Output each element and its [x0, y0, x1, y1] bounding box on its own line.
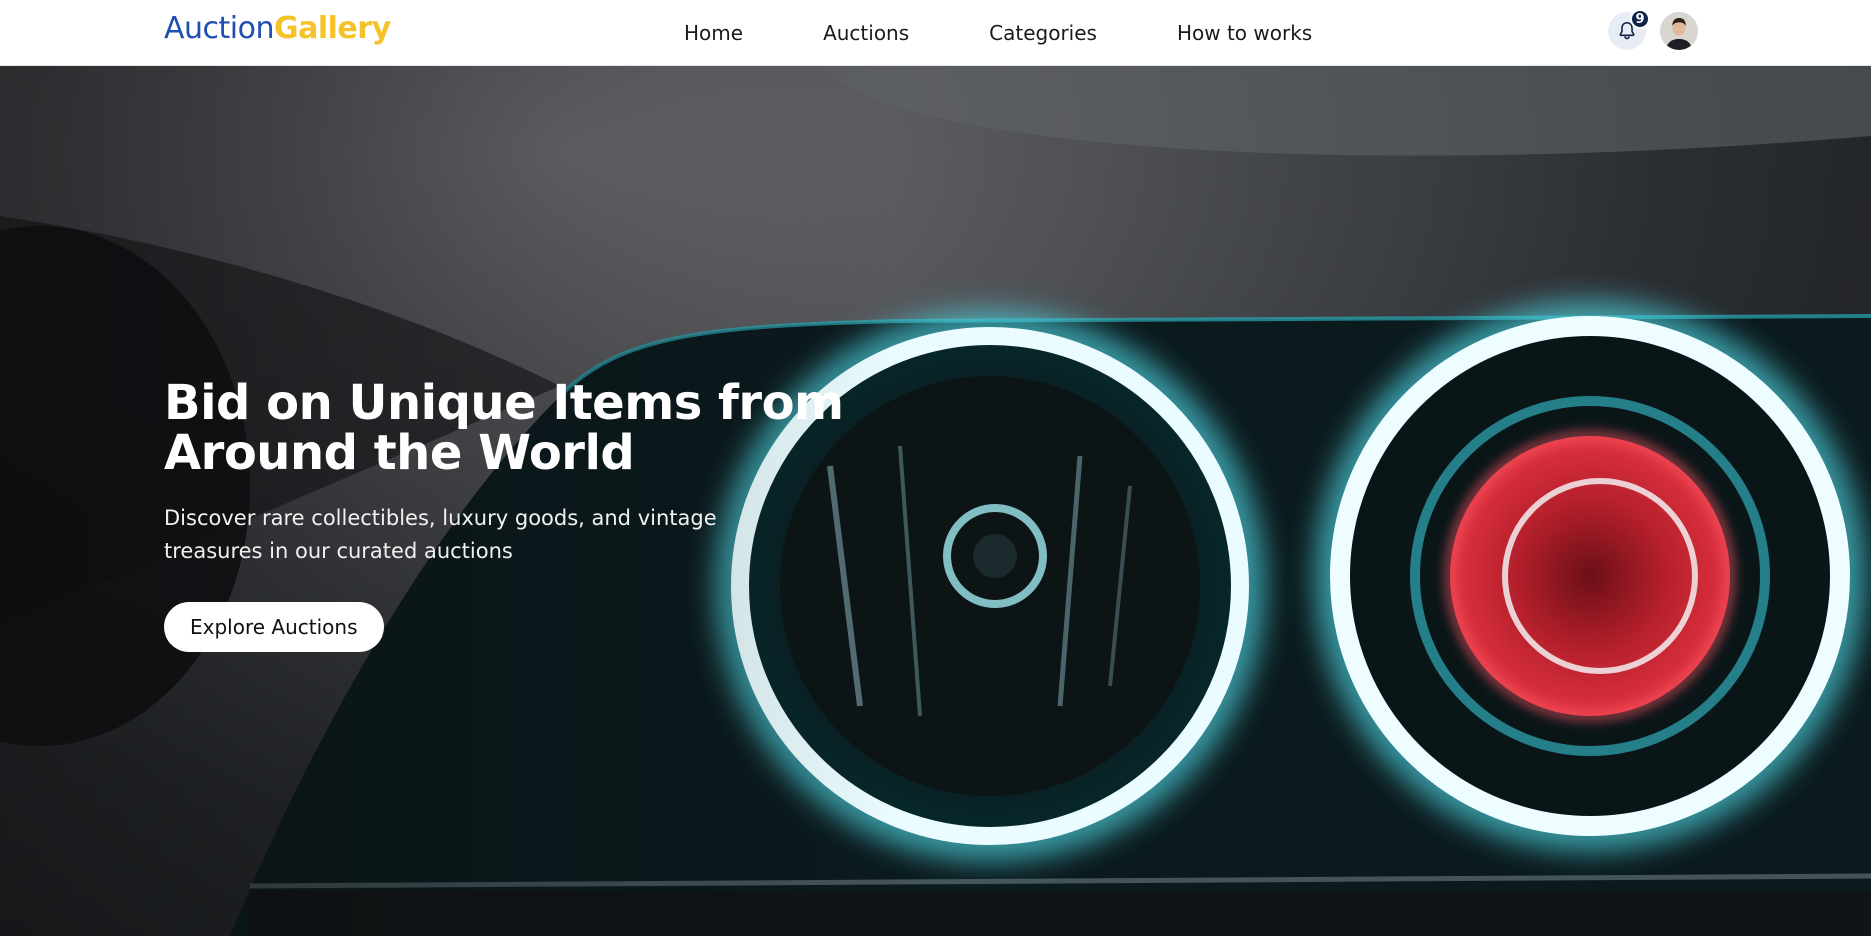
explore-auctions-button[interactable]: Explore Auctions — [164, 602, 384, 652]
notification-count-badge: 9 — [1630, 9, 1650, 29]
main-nav: Home Auctions Categories How to works — [684, 0, 1312, 66]
brand-logo-part1: Auction — [164, 11, 275, 46]
nav-link-home[interactable]: Home — [684, 21, 743, 45]
hero-subtitle-line2: treasures in our curated auctions — [164, 539, 513, 563]
hero-subtitle: Discover rare collectibles, luxury goods… — [164, 502, 784, 568]
nav-link-auctions[interactable]: Auctions — [823, 21, 909, 45]
hero-title-line2: Around the World — [164, 425, 635, 481]
nav-link-categories[interactable]: Categories — [989, 21, 1097, 45]
hero-content: Bid on Unique Items from Around the Worl… — [164, 378, 864, 652]
hero-title: Bid on Unique Items from Around the Worl… — [164, 378, 864, 478]
user-avatar-button[interactable] — [1660, 12, 1698, 50]
brand-logo-part2: Gallery — [274, 11, 391, 46]
top-navbar: AuctionGallery Home Auctions Categories … — [0, 0, 1871, 66]
hero-subtitle-line1: Discover rare collectibles, luxury goods… — [164, 506, 717, 530]
hero-section: Bid on Unique Items from Around the Worl… — [0, 66, 1871, 936]
nav-link-how-to-works[interactable]: How to works — [1177, 21, 1312, 45]
avatar-icon — [1660, 12, 1698, 50]
nav-actions: 9 — [1608, 9, 1698, 51]
notifications-button[interactable]: 9 — [1608, 9, 1650, 50]
brand-logo[interactable]: AuctionGallery — [164, 12, 391, 46]
hero-title-line1: Bid on Unique Items from — [164, 375, 844, 431]
